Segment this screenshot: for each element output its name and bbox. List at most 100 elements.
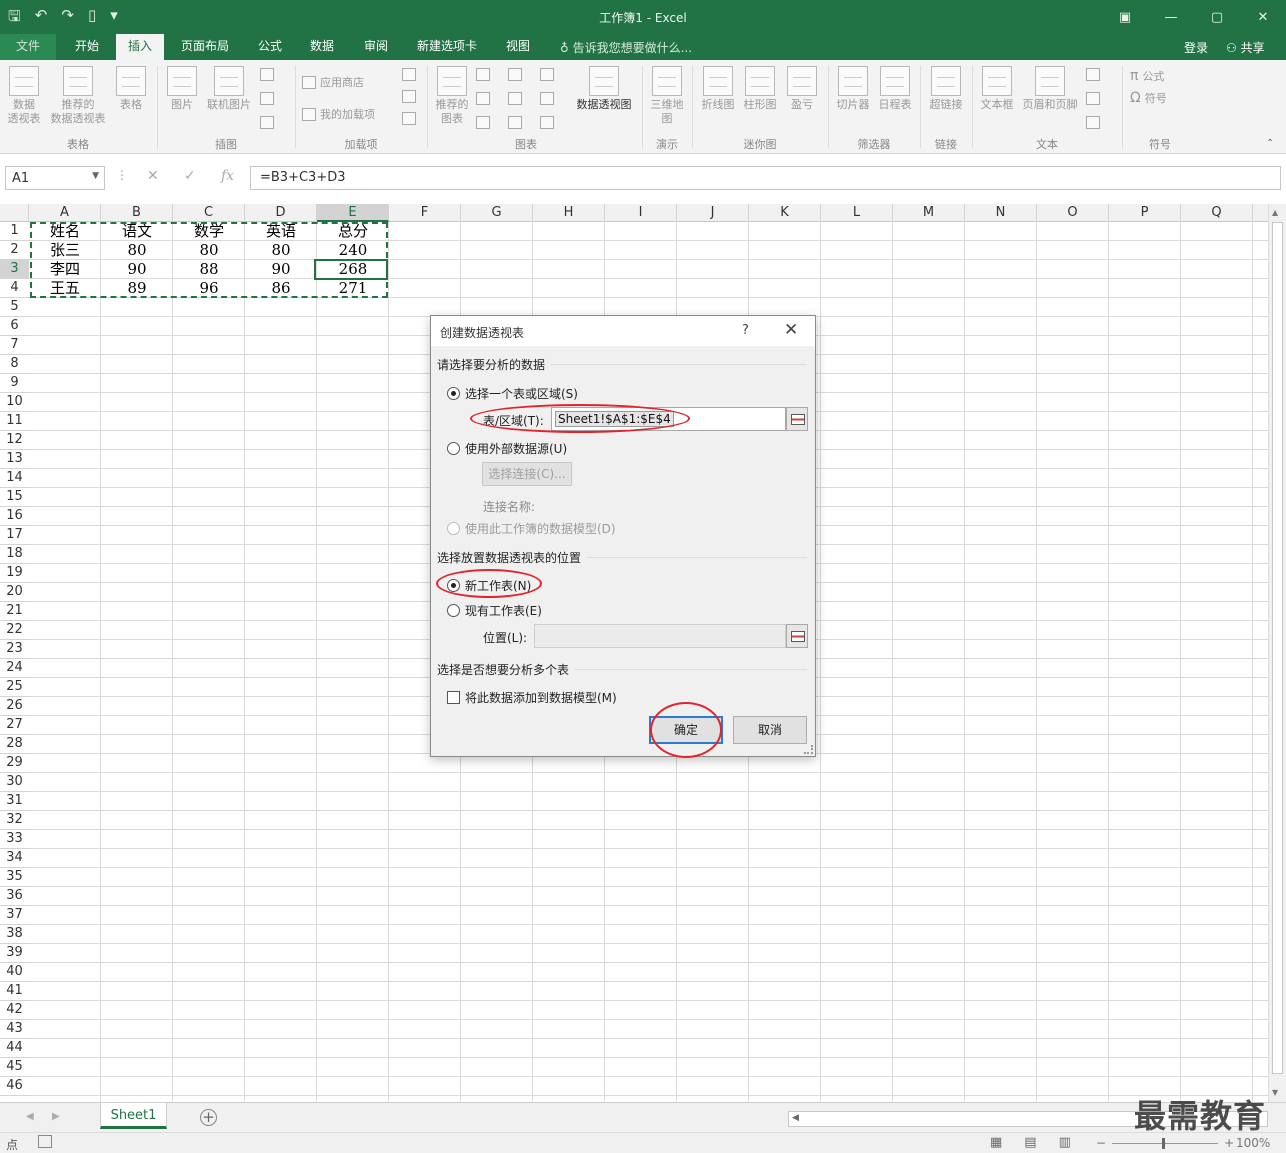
column-header-i[interactable]: I	[605, 204, 677, 222]
row-header[interactable]: 5	[0, 298, 29, 317]
login-link[interactable]: 登录	[1184, 39, 1208, 56]
column-header-p[interactable]: P	[1109, 204, 1181, 222]
picture-button[interactable]: 图片	[164, 66, 200, 112]
row-header[interactable]: 1	[0, 222, 29, 241]
page-layout-view-icon[interactable]: ▤	[1024, 1135, 1036, 1150]
zoom-track[interactable]	[1112, 1137, 1219, 1149]
add-sheet-button[interactable]: +	[200, 1109, 217, 1126]
row-header[interactable]: 3	[0, 260, 29, 279]
row-header[interactable]: 41	[0, 982, 29, 1001]
statistic-chart-button[interactable]	[508, 92, 522, 105]
row-header[interactable]: 46	[0, 1077, 29, 1096]
row-header[interactable]: 37	[0, 906, 29, 925]
row-header[interactable]: 40	[0, 963, 29, 982]
cell-d4[interactable]: 86	[245, 279, 317, 298]
scroll-up-icon[interactable]: ▲	[1272, 208, 1278, 217]
normal-view-icon[interactable]: ▦	[990, 1135, 1002, 1150]
zoom-out-icon[interactable]: −	[1096, 1136, 1106, 1150]
recommended-charts-button[interactable]: 推荐的 图表	[432, 66, 472, 126]
cell-e4[interactable]: 271	[317, 279, 389, 298]
row-header[interactable]: 23	[0, 640, 29, 659]
enter-icon[interactable]: ✓	[184, 168, 196, 184]
header-footer-button[interactable]: 页眉和页脚	[1018, 66, 1082, 112]
row-header[interactable]: 42	[0, 1001, 29, 1020]
row-header[interactable]: 20	[0, 583, 29, 602]
range-picker-button[interactable]	[786, 407, 808, 431]
cell-c2[interactable]: 80	[173, 241, 245, 260]
row-header[interactable]: 4	[0, 279, 29, 298]
scroll-down-icon[interactable]: ▼	[1272, 1088, 1278, 1097]
resize-grip-icon[interactable]	[804, 745, 813, 754]
range-input[interactable]: Sheet1!$A$1:$E$4	[551, 407, 786, 431]
tab-view[interactable]: 视图	[496, 34, 540, 60]
tab-home[interactable]: 开始	[64, 34, 110, 60]
scroll-thumb[interactable]	[1272, 222, 1283, 1074]
row-header[interactable]: 15	[0, 488, 29, 507]
cell-c3[interactable]: 88	[173, 260, 245, 279]
location-picker-button[interactable]	[786, 624, 808, 648]
tab-formulas[interactable]: 公式	[248, 34, 292, 60]
tab-data[interactable]: 数据	[300, 34, 344, 60]
maximize-icon[interactable]: ▢	[1194, 0, 1240, 34]
vertical-scrollbar[interactable]: ▲ ▼	[1268, 204, 1286, 1102]
row-header[interactable]: 43	[0, 1020, 29, 1039]
next-sheet-icon[interactable]: ▶	[52, 1111, 60, 1122]
tab-page-layout[interactable]: 页面布局	[172, 34, 238, 60]
3d-map-button[interactable]: 三维地 图	[648, 66, 686, 126]
row-header[interactable]: 27	[0, 716, 29, 735]
cell-a3[interactable]: 李四	[29, 260, 101, 279]
ok-button[interactable]: 确定	[649, 716, 723, 744]
row-header[interactable]: 31	[0, 792, 29, 811]
column-header-h[interactable]: H	[533, 204, 605, 222]
row-header[interactable]: 18	[0, 545, 29, 564]
column-header-q[interactable]: Q	[1181, 204, 1253, 222]
collapse-ribbon-icon[interactable]: ⌃	[1266, 138, 1274, 149]
page-break-view-icon[interactable]: ▥	[1059, 1135, 1071, 1150]
column-chart-button[interactable]	[476, 68, 490, 81]
screenshot-button[interactable]	[260, 116, 274, 129]
column-header-m[interactable]: M	[893, 204, 965, 222]
row-header[interactable]: 28	[0, 735, 29, 754]
row-header[interactable]: 33	[0, 830, 29, 849]
pie-chart-button[interactable]	[476, 116, 490, 129]
radio-existing-worksheet[interactable]: 现有工作表(E)	[447, 602, 542, 619]
column-header-g[interactable]: G	[461, 204, 533, 222]
online-picture-button[interactable]: 联机图片	[203, 66, 255, 112]
row-header[interactable]: 26	[0, 697, 29, 716]
column-header-d[interactable]: D	[245, 204, 317, 222]
row-header[interactable]: 13	[0, 450, 29, 469]
signature-line-button[interactable]	[1086, 92, 1100, 105]
column-header-j[interactable]: J	[677, 204, 749, 222]
sheet-tab-sheet1[interactable]: Sheet1	[100, 1103, 167, 1129]
cell-e3[interactable]: 268	[317, 260, 389, 279]
radio-new-worksheet[interactable]: 新工作表(N)	[447, 577, 531, 594]
row-header[interactable]: 16	[0, 507, 29, 526]
row-header[interactable]: 25	[0, 678, 29, 697]
close-icon[interactable]: ✕	[1240, 0, 1286, 34]
row-header[interactable]: 30	[0, 773, 29, 792]
pivot-chart-button[interactable]: 数据透视图	[572, 66, 636, 112]
cell-a4[interactable]: 王五	[29, 279, 101, 298]
my-addins-button[interactable]: 我的加载项	[302, 106, 375, 122]
cell-e1[interactable]: 总分	[317, 222, 389, 241]
pivot-table-button[interactable]: 数据 透视表	[6, 66, 42, 126]
zoom-slider[interactable]: − +	[1096, 1136, 1234, 1150]
cell-b4[interactable]: 89	[101, 279, 173, 298]
row-header[interactable]: 19	[0, 564, 29, 583]
share-button[interactable]: ⚇ 共享	[1226, 39, 1265, 56]
minimize-icon[interactable]: —	[1148, 0, 1194, 34]
sparkline-line-button[interactable]: 折线图	[698, 66, 738, 112]
cell-b2[interactable]: 80	[101, 241, 173, 260]
help-icon[interactable]: ?	[742, 323, 749, 338]
column-header-n[interactable]: N	[965, 204, 1037, 222]
radio-data-model[interactable]: 使用此工作簿的数据模型(D)	[447, 520, 616, 537]
formula-input[interactable]: =B3+C3+D3	[250, 166, 1281, 190]
line-chart-button[interactable]	[476, 92, 490, 105]
textbox-button[interactable]: 文本框	[978, 66, 1016, 112]
shapes-button[interactable]	[260, 68, 274, 81]
row-header[interactable]: 14	[0, 469, 29, 488]
column-header-c[interactable]: C	[173, 204, 245, 222]
column-header-l[interactable]: L	[821, 204, 893, 222]
tab-new-tab[interactable]: 新建选项卡	[408, 34, 486, 60]
bing-maps-button[interactable]	[402, 68, 416, 81]
